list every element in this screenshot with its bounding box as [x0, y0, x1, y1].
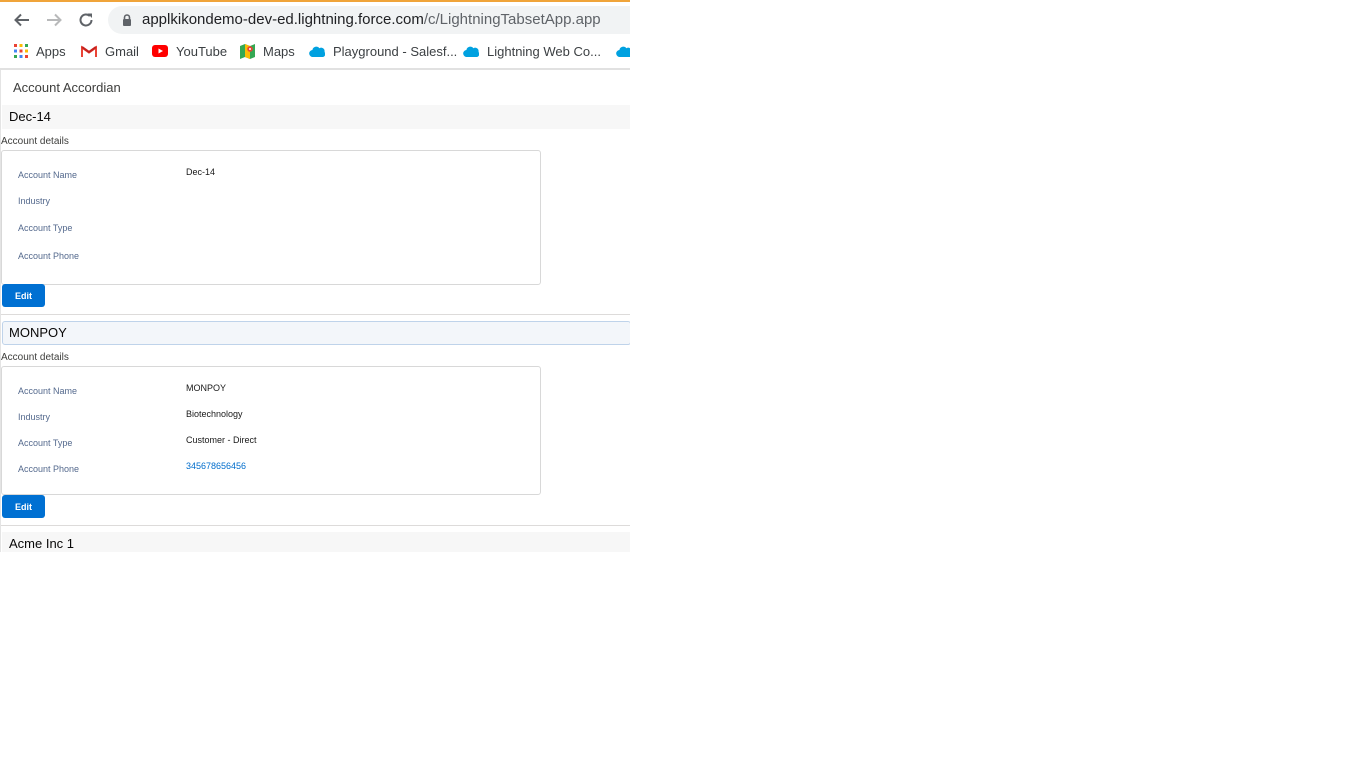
page-title: Account Accordian: [13, 80, 121, 95]
account-details-card: Account Name Dec-14 Industry Account Typ…: [1, 150, 541, 285]
field-label: Account Phone: [18, 464, 80, 474]
salesforce-cloud-icon: [309, 46, 325, 57]
bookmark-label: Gmail: [105, 43, 139, 59]
edit-button[interactable]: Edit: [2, 284, 45, 307]
account-accordion-page: Account Accordian Dec-14 Account details…: [0, 70, 630, 552]
reload-button[interactable]: [75, 9, 97, 31]
salesforce-cloud-icon: [463, 46, 479, 57]
bookmarks-bar: Apps Gmail YouTube Maps Playground - Sal…: [0, 36, 630, 66]
browser-toolbar: applkikondemo-dev-ed.lightning.force.com…: [0, 2, 630, 36]
maps-icon: [240, 43, 255, 59]
bookmark-label: Apps: [36, 43, 66, 59]
section-divider: [1, 525, 630, 526]
apps-grid-icon: [14, 44, 28, 58]
accordion-section-header[interactable]: Acme Inc 1: [2, 532, 630, 552]
accordion-section-header[interactable]: Dec-14: [2, 105, 630, 129]
bookmark-apps[interactable]: Apps: [14, 41, 66, 61]
bookmark-youtube[interactable]: YouTube: [152, 41, 227, 61]
field-label: Account Phone: [18, 251, 80, 261]
address-bar[interactable]: applkikondemo-dev-ed.lightning.force.com…: [108, 6, 630, 34]
reload-icon: [79, 13, 93, 27]
edit-button[interactable]: Edit: [2, 495, 45, 518]
bookmark-lightning-web-components[interactable]: Lightning Web Co...: [463, 41, 601, 61]
field-label: Industry: [18, 196, 51, 206]
accordion-section-title: Acme Inc 1: [9, 536, 75, 551]
bookmark-overflow[interactable]: [616, 41, 630, 61]
section-divider: [1, 314, 630, 315]
account-name-value: Dec-14: [186, 167, 216, 177]
account-type-value: Customer - Direct: [186, 435, 257, 445]
field-label: Account Name: [18, 170, 78, 180]
accordion-section-header[interactable]: MONPOY: [2, 321, 630, 345]
bookmark-label: Maps: [263, 43, 295, 59]
back-button[interactable]: [11, 9, 33, 31]
bookmark-label: Lightning Web Co...: [487, 43, 601, 59]
bookmark-label: Playground - Salesf...: [333, 43, 458, 59]
forward-button[interactable]: [43, 9, 65, 31]
youtube-icon: [152, 45, 168, 57]
lock-icon: [123, 14, 131, 26]
bookmark-playground[interactable]: Playground - Salesf...: [309, 41, 457, 61]
browser-window: applkikondemo-dev-ed.lightning.force.com…: [0, 0, 630, 552]
account-details-label: Account details: [1, 352, 69, 363]
url-text: applkikondemo-dev-ed.lightning.force.com…: [142, 10, 601, 30]
account-details-label: Account details: [1, 136, 69, 147]
field-label: Account Type: [18, 438, 73, 448]
bookmark-label: YouTube: [176, 43, 228, 59]
salesforce-cloud-icon: [616, 46, 630, 57]
industry-value: Biotechnology: [186, 409, 243, 419]
arrow-left-icon: [14, 13, 29, 27]
url-host: applkikondemo-dev-ed.lightning.force.com: [142, 11, 424, 28]
account-details-card: Account Name MONPOY Industry Biotechnolo…: [1, 366, 541, 495]
bookmark-gmail[interactable]: Gmail: [81, 41, 139, 61]
accordion-section-title: MONPOY: [9, 325, 67, 340]
gmail-icon: [81, 45, 97, 57]
account-phone-link[interactable]: 345678656456: [186, 461, 246, 471]
field-label: Account Name: [18, 386, 78, 396]
account-name-value: MONPOY: [186, 383, 227, 393]
accordion-section-title: Dec-14: [9, 109, 51, 124]
field-label: Account Type: [18, 223, 73, 233]
bookmark-maps[interactable]: Maps: [240, 41, 295, 61]
arrow-right-icon: [47, 13, 62, 27]
field-label: Industry: [18, 412, 51, 422]
url-path: /c/LightningTabsetApp.app: [423, 11, 601, 28]
